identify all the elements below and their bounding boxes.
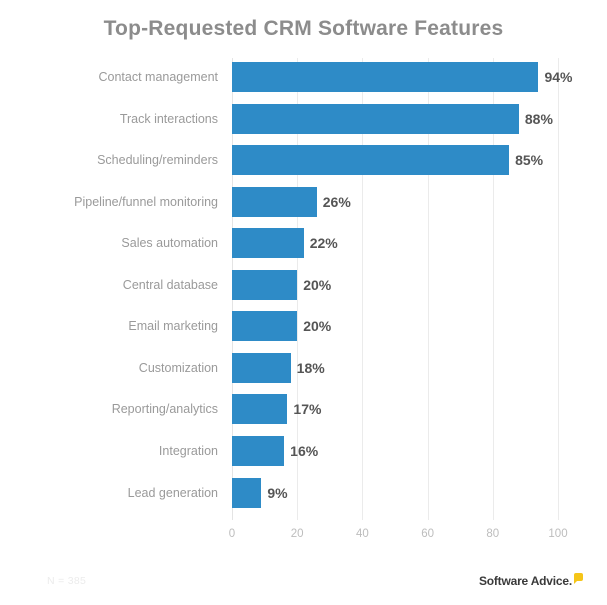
bar-value-label: 94% xyxy=(544,69,573,85)
x-tick-40: 40 xyxy=(355,528,369,540)
chart-card: Top-Requested CRM Software Features Cont… xyxy=(0,0,607,605)
bar-value-label: 20% xyxy=(303,318,332,335)
bar-value-label: 85% xyxy=(515,152,544,169)
bar-value-label: 20% xyxy=(303,276,332,293)
bar-row: Reporting/analytics 17% xyxy=(0,394,607,425)
bar[interactable] xyxy=(232,103,519,134)
bar-row: Sales automation 22% xyxy=(0,228,607,259)
x-tick-80: 80 xyxy=(486,528,500,540)
category-label: Track interactions xyxy=(119,111,218,126)
bar[interactable] xyxy=(232,394,288,425)
bar-value-label: 22% xyxy=(309,235,338,252)
bar-row: Pipeline/funnel monitoring 26% xyxy=(0,186,607,217)
category-label: Customization xyxy=(138,360,218,375)
bar[interactable] xyxy=(232,145,510,176)
bar[interactable] xyxy=(232,311,298,342)
bar-value-label: 16% xyxy=(290,442,319,459)
bar-row: Central database 20% xyxy=(0,269,607,300)
bar-chart-plot-area: Contact management 94% Track interactions 8… xyxy=(0,0,607,560)
bar-row: Contact management 94% xyxy=(0,62,607,92)
bar-value-label: 17% xyxy=(293,401,322,418)
category-label: Contact management xyxy=(98,70,218,84)
bar-row: Scheduling/reminders 85% xyxy=(0,145,607,176)
bar-row: Track interactions 88% xyxy=(0,103,607,134)
bar[interactable] xyxy=(232,269,298,300)
bar-value-label: 9% xyxy=(267,484,288,501)
category-label: Pipeline/funnel monitoring xyxy=(74,194,218,209)
bar-value-label: 88% xyxy=(524,110,553,127)
category-label: Central database xyxy=(122,277,218,292)
bar[interactable] xyxy=(232,62,539,92)
category-label: Email marketing xyxy=(128,319,218,334)
bar-value-label: 26% xyxy=(322,193,351,210)
bar-value-label: 18% xyxy=(296,359,325,376)
category-label: Scheduling/reminders xyxy=(97,153,218,168)
bar-row: Integration 16% xyxy=(0,435,607,466)
bar-row: Email marketing 20% xyxy=(0,311,607,342)
bar-row: Lead generation 9% xyxy=(0,477,607,508)
bar-row: Customization 18% xyxy=(0,352,607,383)
bar[interactable] xyxy=(232,477,262,508)
x-tick-100: 100 xyxy=(548,528,568,540)
category-label: Sales automation xyxy=(121,236,218,251)
brand-logo: Software Advice. xyxy=(479,572,583,590)
sample-size-footnote: N = 385 xyxy=(47,575,87,587)
category-label: Integration xyxy=(158,443,218,458)
category-label: Lead generation xyxy=(127,485,218,500)
brand-name: Software Advice. xyxy=(478,574,572,588)
x-tick-20: 20 xyxy=(290,528,304,540)
bar[interactable] xyxy=(232,352,291,383)
x-tick-0: 0 xyxy=(228,528,236,540)
category-label: Reporting/analytics xyxy=(111,402,218,417)
bar[interactable] xyxy=(232,228,304,259)
speech-bubble-icon xyxy=(574,573,583,584)
x-tick-60: 60 xyxy=(421,528,434,540)
bar[interactable] xyxy=(232,435,285,466)
bar[interactable] xyxy=(232,186,317,217)
